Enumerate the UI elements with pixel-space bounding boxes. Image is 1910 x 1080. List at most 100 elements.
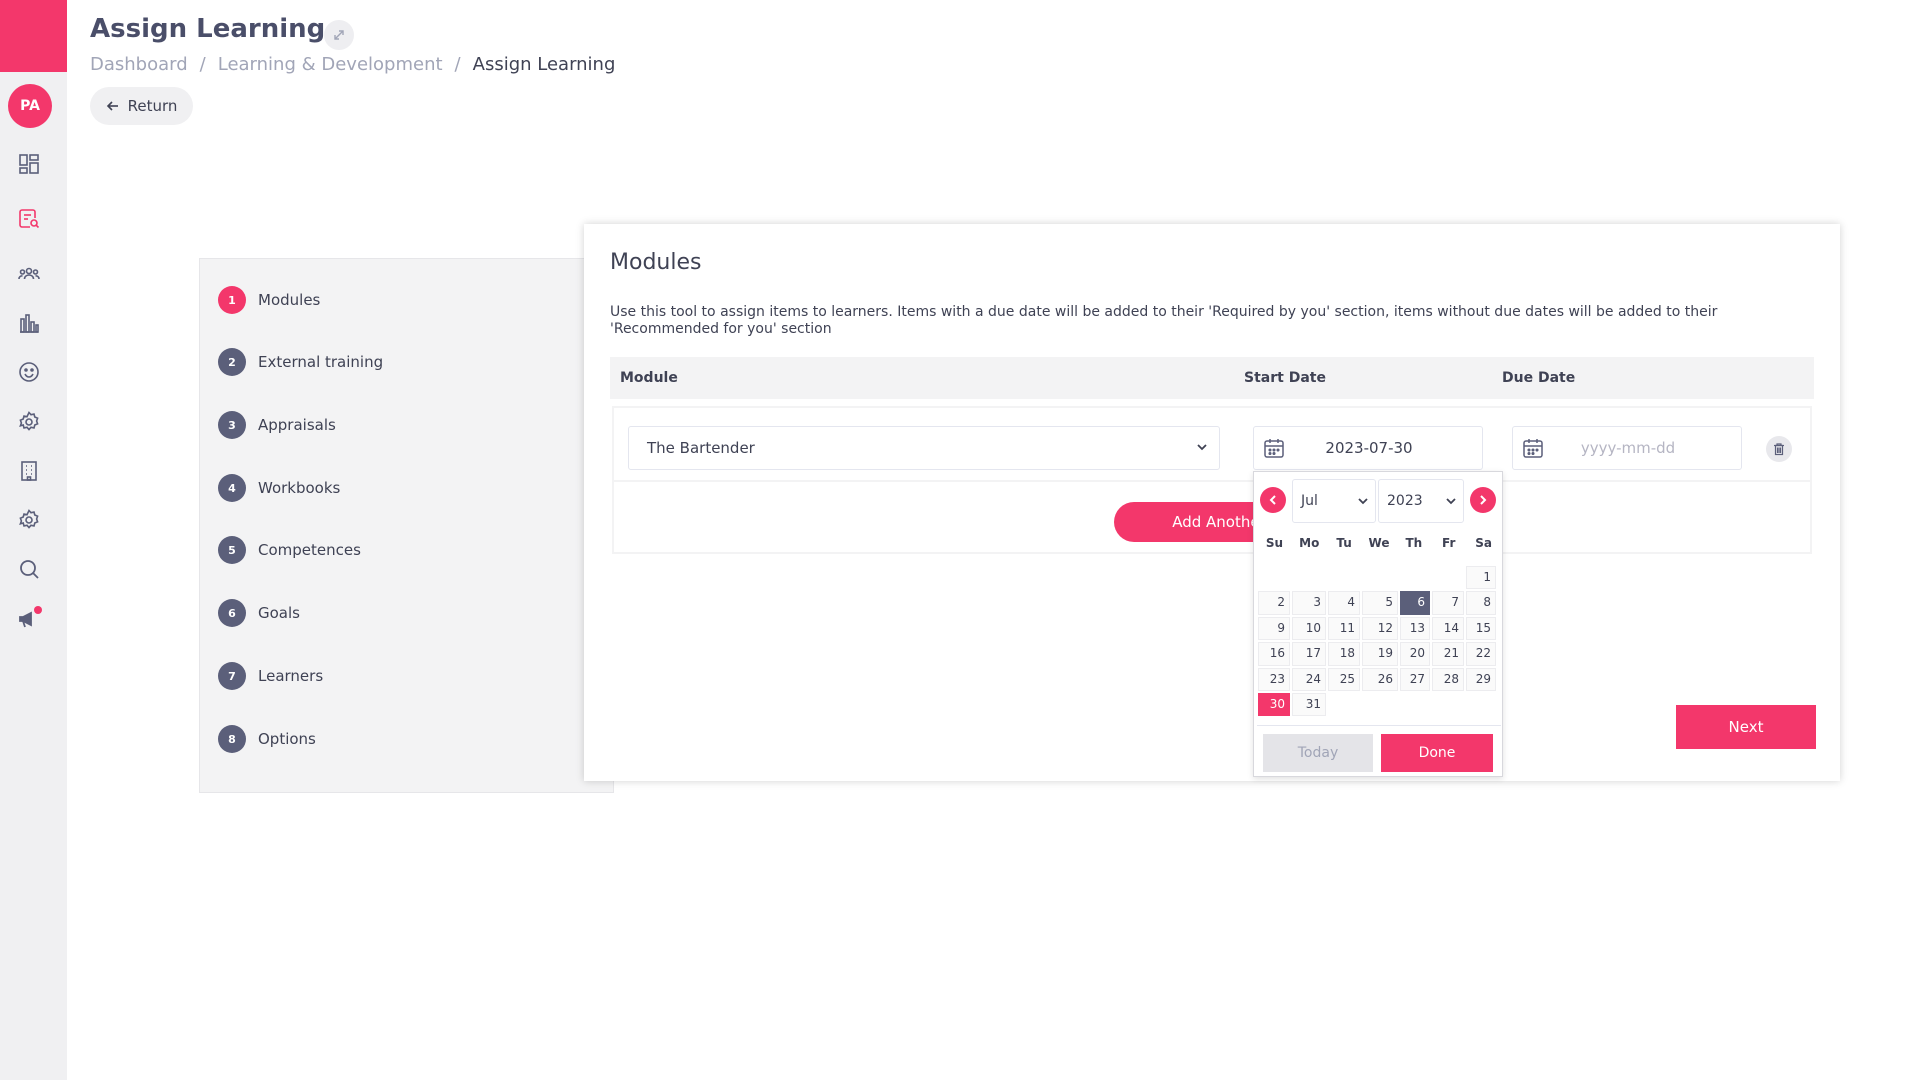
chevron-down-icon — [1358, 498, 1368, 505]
chevron-down-icon — [1446, 498, 1456, 505]
year-select[interactable]: 2023 — [1378, 479, 1464, 523]
step-number: 7 — [218, 662, 246, 690]
avatar[interactable]: PA — [8, 84, 52, 128]
day-cell-29[interactable]: 29 — [1466, 667, 1496, 691]
start-date-value: 2023-07-30 — [1325, 439, 1413, 457]
day-cell-8[interactable]: 8 — [1466, 591, 1496, 615]
prev-month-button[interactable] — [1260, 487, 1286, 513]
day-cell-4[interactable]: 4 — [1328, 591, 1360, 615]
modules-card: Modules Use this tool to assign items to… — [584, 224, 1840, 781]
step-number: 4 — [218, 474, 246, 502]
building-icon[interactable] — [16, 458, 42, 484]
next-button[interactable]: Next — [1676, 705, 1816, 749]
day-cell-26[interactable]: 26 — [1362, 667, 1398, 691]
step-competences[interactable]: 5 Competences — [218, 536, 361, 564]
month-value: Jul — [1301, 493, 1318, 509]
step-label: Competences — [258, 541, 361, 559]
chevron-left-icon — [1269, 495, 1276, 505]
arrow-left-icon — [106, 101, 118, 111]
day-cell-10[interactable]: 10 — [1292, 616, 1326, 641]
step-number: 1 — [218, 286, 246, 314]
day-cell-empty — [1292, 566, 1326, 589]
day-cell-6[interactable]: 6 — [1400, 591, 1430, 615]
team-icon[interactable] — [16, 261, 42, 287]
day-cell-18[interactable]: 18 — [1328, 642, 1360, 666]
step-label: External training — [258, 353, 384, 371]
day-cell-14[interactable]: 14 — [1432, 616, 1464, 641]
step-appraisals[interactable]: 3 Appraisals — [218, 411, 336, 439]
breadcrumb-separator: / — [454, 54, 461, 75]
column-module: Module — [620, 370, 678, 386]
weekday-label: We — [1368, 536, 1390, 550]
step-learners[interactable]: 7 Learners — [218, 662, 323, 690]
day-cell-21[interactable]: 21 — [1432, 642, 1464, 666]
step-goals[interactable]: 6 Goals — [218, 599, 300, 627]
breadcrumb-learning-development[interactable]: Learning & Development — [218, 54, 443, 75]
day-cell-empty — [1328, 566, 1360, 589]
column-due-date: Due Date — [1502, 370, 1576, 386]
module-select-value: The Bartender — [647, 439, 755, 457]
start-date-input[interactable]: 2023-07-30 — [1253, 426, 1483, 470]
day-cell-19[interactable]: 19 — [1362, 642, 1398, 666]
megaphone-icon[interactable] — [16, 606, 42, 632]
day-cell-23[interactable]: 23 — [1258, 667, 1290, 691]
delete-row-button[interactable] — [1766, 436, 1792, 462]
step-external-training[interactable]: 2 External training — [218, 348, 383, 376]
day-cell-empty — [1258, 566, 1290, 589]
datepicker-divider — [1257, 725, 1501, 726]
return-label: Return — [127, 97, 178, 115]
day-cell-2[interactable]: 2 — [1258, 591, 1290, 615]
day-cell-empty — [1362, 566, 1398, 589]
gear-icon[interactable] — [16, 507, 42, 533]
day-cell-17[interactable]: 17 — [1292, 642, 1326, 666]
day-cell-13[interactable]: 13 — [1400, 616, 1430, 641]
day-cell-3[interactable]: 3 — [1292, 591, 1326, 615]
day-cell-5[interactable]: 5 — [1362, 591, 1398, 615]
next-month-button[interactable] — [1470, 487, 1496, 513]
card-description: Use this tool to assign items to learner… — [610, 304, 1718, 337]
month-select[interactable]: Jul — [1292, 479, 1376, 523]
settings-icon[interactable] — [16, 409, 42, 435]
day-cell-30[interactable]: 30 — [1258, 692, 1290, 717]
weekday-label: Su — [1265, 536, 1284, 550]
day-cell-31[interactable]: 31 — [1292, 692, 1326, 717]
step-label: Workbooks — [258, 479, 341, 497]
day-cell-7[interactable]: 7 — [1432, 591, 1464, 615]
done-label: Done — [1418, 745, 1456, 761]
search-icon[interactable] — [16, 556, 42, 582]
dashboard-icon[interactable] — [16, 151, 42, 177]
steps-panel: 1 Modules 2 External training 3 Appraisals … — [199, 258, 614, 793]
step-workbooks[interactable]: 4 Workbooks — [218, 474, 340, 502]
expand-icon — [334, 30, 344, 40]
learning-search-icon[interactable] — [16, 206, 42, 232]
step-modules[interactable]: 1 Modules — [218, 286, 320, 314]
breadcrumb-dashboard[interactable]: Dashboard — [90, 54, 188, 75]
step-label: Appraisals — [258, 416, 336, 434]
day-cell-20[interactable]: 20 — [1400, 642, 1430, 666]
brand-logo[interactable] — [0, 0, 67, 72]
due-date-input[interactable]: yyyy-mm-dd — [1512, 426, 1742, 470]
day-cell-28[interactable]: 28 — [1432, 667, 1464, 691]
day-cell-16[interactable]: 16 — [1258, 642, 1290, 666]
today-button[interactable]: Today — [1263, 734, 1373, 772]
next-label: Next — [1728, 718, 1764, 736]
chevron-right-icon — [1480, 495, 1487, 505]
day-cell-12[interactable]: 12 — [1362, 616, 1398, 641]
expand-button[interactable] — [324, 20, 354, 50]
day-cell-9[interactable]: 9 — [1258, 616, 1290, 641]
notification-dot — [34, 606, 42, 614]
step-options[interactable]: 8 Options — [218, 725, 316, 753]
done-button[interactable]: Done — [1381, 734, 1493, 772]
day-cell-22[interactable]: 22 — [1466, 642, 1496, 666]
smiley-icon[interactable] — [16, 359, 42, 385]
return-button[interactable]: Return — [90, 87, 193, 125]
day-cell-24[interactable]: 24 — [1292, 667, 1326, 691]
day-cell-1[interactable]: 1 — [1466, 566, 1496, 590]
chart-icon[interactable] — [16, 310, 42, 336]
day-cell-25[interactable]: 25 — [1328, 667, 1360, 691]
module-select[interactable]: The Bartender — [628, 426, 1220, 470]
day-cell-15[interactable]: 15 — [1466, 616, 1496, 641]
day-cell-27[interactable]: 27 — [1400, 667, 1430, 691]
weekday-header: Su Mo Tu We Th Fr Sa — [1257, 536, 1501, 550]
day-cell-11[interactable]: 11 — [1328, 616, 1360, 641]
